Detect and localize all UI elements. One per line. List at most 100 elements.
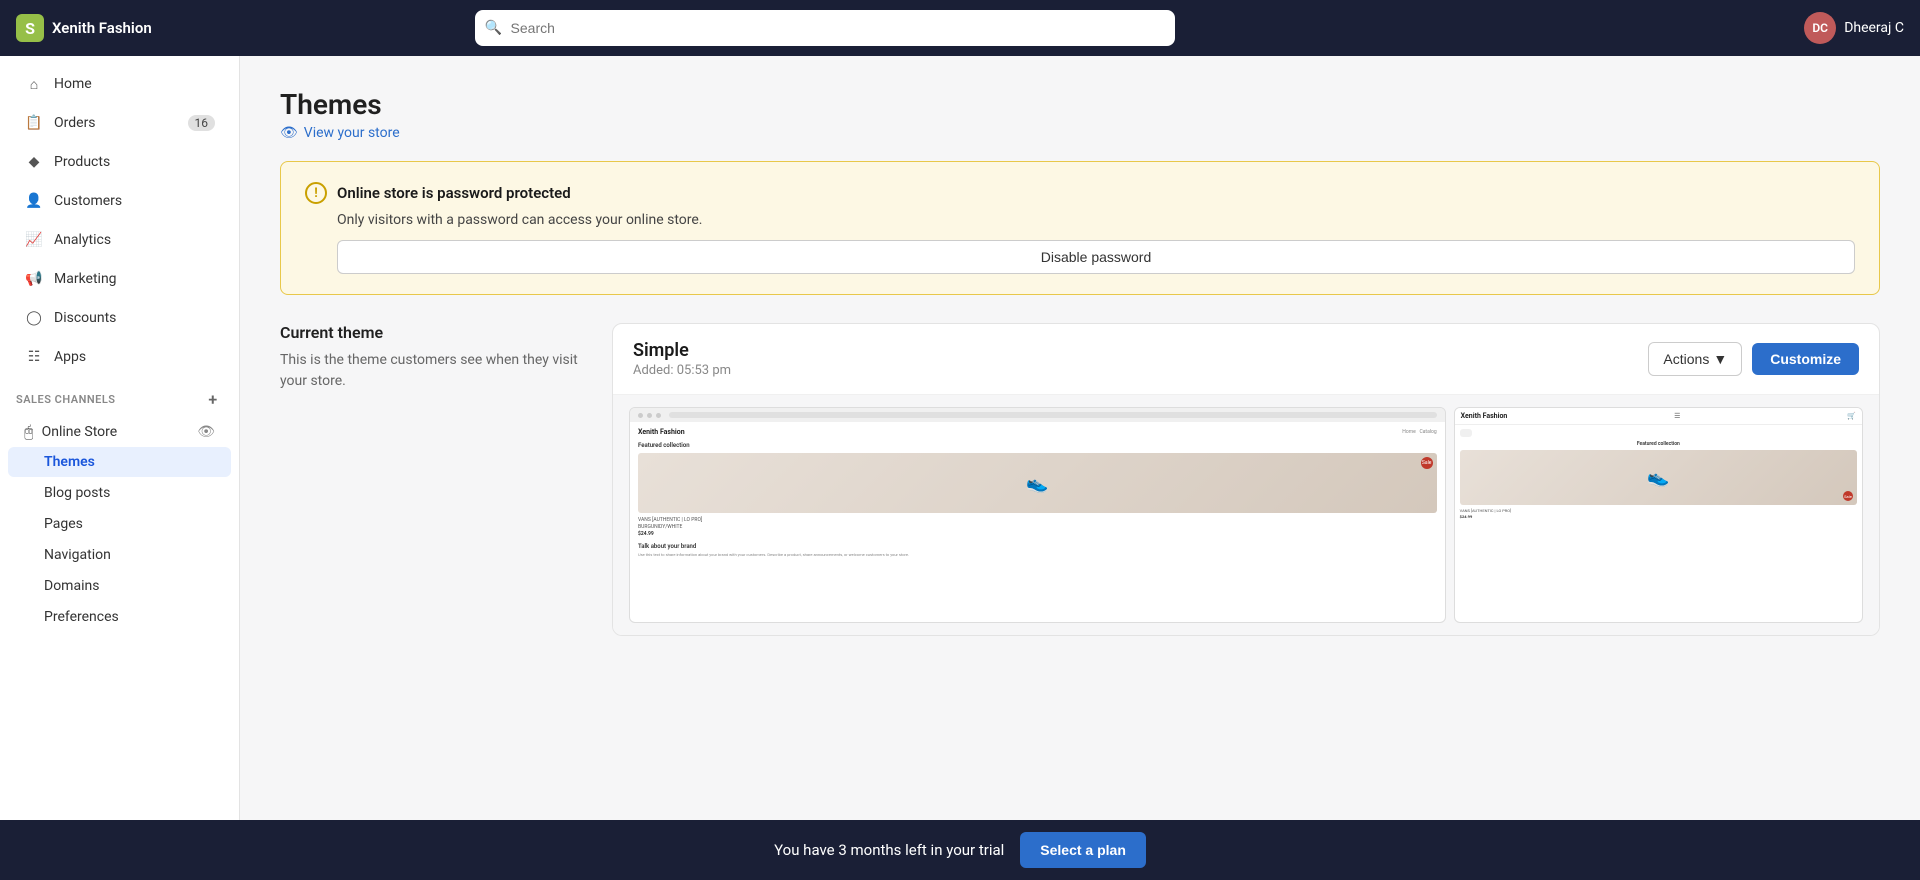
theme-name: Simple [633,340,731,361]
analytics-icon: 📈 [24,230,44,250]
alert-description: Only visitors with a password can access… [337,212,1855,228]
cart-icon: 🛒 [1847,412,1856,420]
discounts-icon: ◯ [24,308,44,328]
browser-bar [630,408,1445,422]
preferences-label: Preferences [44,609,119,625]
sidebar-item-label: Home [54,76,92,92]
mockup-product-color: BURGUNIDY/WHITE [638,524,1437,530]
chevron-down-icon: ▼ [1713,351,1727,367]
customize-button[interactable]: Customize [1752,343,1859,375]
content-area: Themes 👁 View your store ! Online store … [240,56,1920,880]
blog-posts-label: Blog posts [44,485,110,501]
sidebar-item-apps[interactable]: ☷ Apps [8,338,231,376]
customers-icon: 👤 [24,191,44,211]
store-name: Xenith Fashion [52,19,152,37]
browser-dot-1 [638,413,643,418]
online-store-label: Online Store [42,424,118,440]
sidebar-item-marketing[interactable]: 📢 Marketing [8,260,231,298]
mockup-brand-text: Use this text to share information about… [638,552,1437,558]
orders-icon: 📋 [24,113,44,133]
mockup-mobile: Xenith Fashion ☰ 🛒 Featured collection 👟… [1454,407,1863,623]
sidebar-item-analytics[interactable]: 📈 Analytics [8,221,231,259]
sidebar-sub-item-pages[interactable]: Pages [8,509,231,539]
alert-icon: ! [305,182,327,204]
actions-button[interactable]: Actions ▼ [1648,342,1742,376]
sidebar-item-label: Marketing [54,271,117,287]
mobile-shoe-icon: 👟 [1647,467,1669,488]
theme-preview-header: Simple Added: 05:53 pm Actions ▼ Customi… [613,324,1879,395]
mobile-sale-badge: Sale [1843,491,1853,501]
mockup-body: Xenith Fashion Home Catalog Featured col… [630,422,1445,564]
theme-info: Simple Added: 05:53 pm [633,340,731,378]
mockup-desktop: Xenith Fashion Home Catalog Featured col… [629,407,1446,623]
mockup-product-price: $24.99 [638,531,1437,537]
alert-title: Online store is password protected [337,184,571,202]
search-bar: 🔍 [475,10,1175,46]
sidebar-sub-item-preferences[interactable]: Preferences [8,602,231,632]
mockup-mobile-header: Xenith Fashion ☰ 🛒 [1455,408,1862,425]
sidebar-sub-item-blog-posts[interactable]: Blog posts [8,478,231,508]
mockup-nav: Home Catalog [1402,429,1436,435]
sidebar-item-orders[interactable]: 📋 Orders 16 [8,104,231,142]
mockup-product-image: 👟 Sale [638,453,1437,513]
mockup-mobile-featured: Featured collection [1460,441,1857,447]
select-plan-button[interactable]: Select a plan [1020,832,1146,868]
add-sales-channel-button[interactable]: + [203,389,223,409]
mockup-mobile-product-price: $24.99 [1460,514,1857,519]
sidebar-sub-item-navigation[interactable]: Navigation [8,540,231,570]
sidebar-item-label: Orders [54,115,96,131]
current-theme-info: Current theme This is the theme customer… [280,323,580,392]
sale-badge: Sale [1421,457,1433,469]
eye-icon: 👁 [197,424,215,440]
sidebar-item-customers[interactable]: 👤 Customers [8,182,231,220]
search-input[interactable] [475,10,1175,46]
sidebar-item-products[interactable]: ◆ Products [8,143,231,181]
mockup-mobile-product-name: VANS [AUTHENTIC | LO PRO] [1460,508,1857,513]
mockup-mobile-search [1460,429,1472,437]
sidebar-item-label: Discounts [54,310,116,326]
hamburger-icon: ☰ [1674,412,1680,420]
apps-icon: ☷ [24,347,44,367]
sidebar-item-label: Analytics [54,232,111,248]
browser-dot-2 [647,413,652,418]
user-name: Dheeraj C [1844,20,1904,36]
shoe-icon: 👟 [1026,473,1048,494]
alert-header: ! Online store is password protected [305,182,1855,204]
current-theme-desc: This is the theme customers see when the… [280,350,580,392]
sidebar-item-label: Customers [54,193,122,209]
avatar: DC [1804,12,1836,44]
sidebar-sub-item-domains[interactable]: Domains [8,571,231,601]
mockup-product-name: VANS [AUTHENTIC | LO PRO] [638,517,1437,523]
current-theme-title: Current theme [280,323,580,342]
sidebar-item-home[interactable]: ⌂ Home [8,65,231,103]
store-logo[interactable]: S Xenith Fashion [16,14,152,42]
topbar: S Xenith Fashion 🔍 DC Dheeraj C [0,0,1920,56]
home-icon: ⌂ [24,74,44,94]
page-title: Themes [280,88,1880,121]
mockup-mobile-body: Featured collection 👟 Sale VANS [AUTHENT… [1455,425,1862,523]
theme-added: Added: 05:53 pm [633,363,731,378]
disable-password-button[interactable]: Disable password [337,240,1855,274]
themes-label: Themes [44,454,95,470]
shopify-icon: S [16,14,44,42]
online-store-row[interactable]: 🖰 Online Store 👁 [8,414,231,446]
user-menu[interactable]: DC Dheeraj C [1804,12,1904,44]
actions-label: Actions [1663,351,1709,367]
current-theme-section: Current theme This is the theme customer… [280,323,1880,636]
marketing-icon: 📢 [24,269,44,289]
orders-badge: 16 [188,115,216,131]
trial-text: You have 3 months left in your trial [774,841,1004,859]
view-store-link[interactable]: 👁 View your store [280,125,1880,141]
browser-dot-3 [656,413,661,418]
sidebar-nav: ⌂ Home 📋 Orders 16 ◆ Products 👤 Customer… [0,56,239,641]
sidebar: ⌂ Home 📋 Orders 16 ◆ Products 👤 Customer… [0,56,240,880]
sidebar-item-discounts[interactable]: ◯ Discounts [8,299,231,337]
navigation-label: Navigation [44,547,111,563]
search-icon: 🔍 [485,20,502,36]
sales-channels-header: Sales Channels + [0,377,239,413]
sidebar-sub-item-themes[interactable]: Themes [8,447,231,477]
theme-mockup: Xenith Fashion Home Catalog Featured col… [613,395,1879,635]
online-store-icon: 🖰 [24,422,34,442]
domains-label: Domains [44,578,99,594]
browser-url [669,412,1437,418]
